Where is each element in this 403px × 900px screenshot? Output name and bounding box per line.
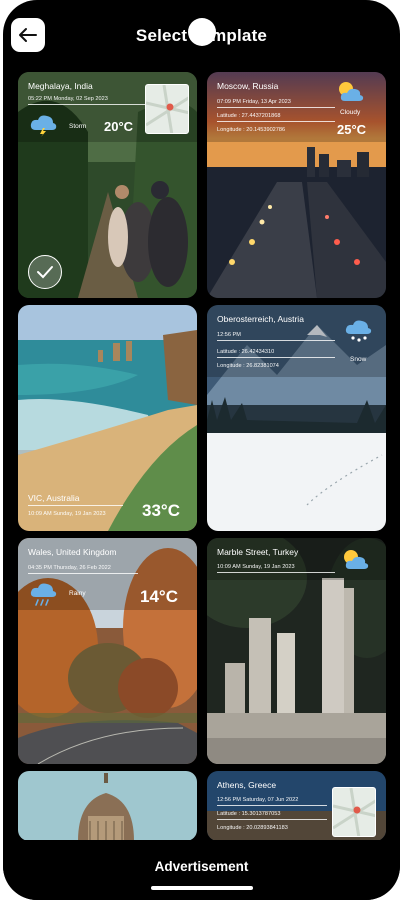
advertisement-label: Advertisement <box>154 859 249 874</box>
divider <box>28 505 123 506</box>
condition-label: Rainy <box>69 590 86 597</box>
condition-label: Storm <box>69 123 87 130</box>
partly-cloudy-icon <box>344 550 369 569</box>
location-label: Athens, Greece <box>217 780 277 790</box>
datetime-label: 07:09 PM Friday, 13 Apr 2023 <box>217 99 291 105</box>
divider <box>217 805 327 806</box>
divider <box>217 107 335 108</box>
datetime-label: 05:22 PM Monday, 02 Sep 2023 <box>28 96 108 102</box>
temperature-label: 14°C <box>140 587 178 606</box>
longitude-label: Longitude : 26.82381074 <box>217 363 279 369</box>
partly-cloudy-icon <box>339 82 364 101</box>
temperature-label: 33°C <box>142 501 180 520</box>
camera-cutout <box>188 18 216 46</box>
template-card-wales[interactable]: Wales, United Kingdom 04:35 PM Thursday,… <box>18 538 197 764</box>
storm-cloud-icon <box>30 115 57 137</box>
datetime-label: 10:09 AM Sunday, 19 Jan 2023 <box>217 564 295 570</box>
template-card-dome[interactable] <box>18 771 197 841</box>
longitude-label: Longitude : 20.1453902786 <box>217 127 286 133</box>
condition-label: Cloudy <box>340 109 361 116</box>
template-card-vic-australia[interactable]: VIC, Australia 10:09 AM Sunday, 19 Jan 2… <box>18 305 197 531</box>
cathedral-dome-photo <box>18 771 197 841</box>
datetime-label: 04:35 PM Thursday, 26 Feb 2022 <box>28 565 111 571</box>
condition-label: Snow <box>350 356 367 363</box>
divider <box>28 573 138 574</box>
datetime-label: 10:09 AM Sunday, 19 Jan 2023 <box>28 511 106 517</box>
divider <box>217 819 327 820</box>
location-label: Marble Street, Turkey <box>217 547 299 557</box>
location-label: Moscow, Russia <box>217 81 279 91</box>
location-label: Oberosterreich, Austria <box>217 314 304 324</box>
temperature-label: 25°C <box>337 122 367 137</box>
home-indicator[interactable] <box>151 886 253 890</box>
template-card-marble-street[interactable]: Marble Street, Turkey 10:09 AM Sunday, 1… <box>207 538 386 764</box>
selected-check-icon <box>28 255 62 289</box>
header: Select Template <box>3 0 400 70</box>
rain-cloud-icon <box>30 583 57 606</box>
snow-cloud-icon <box>345 320 372 342</box>
template-card-oberosterreich[interactable]: Oberosterreich, Austria 12:56 PM Latitud… <box>207 305 386 531</box>
location-label: Meghalaya, India <box>28 81 93 91</box>
divider <box>28 104 146 105</box>
latitude-label: Latitude : 27.4437201868 <box>217 113 281 119</box>
divider <box>217 121 335 122</box>
divider <box>217 357 335 358</box>
phone-screen: Select Template Meghalaya, India 05:22 P… <box>3 0 400 900</box>
latitude-label: Latitude : 15.3013787053 <box>217 811 281 817</box>
divider <box>217 340 335 341</box>
template-card-moscow[interactable]: Moscow, Russia 07:09 PM Friday, 13 Apr 2… <box>207 72 386 298</box>
location-label: VIC, Australia <box>28 493 80 503</box>
temperature-label: 20°C <box>104 119 134 134</box>
latitude-label: Latitude : 26.42434310 <box>217 349 275 355</box>
map-icon <box>145 84 189 134</box>
template-card-meghalaya[interactable]: Meghalaya, India 05:22 PM Monday, 02 Sep… <box>18 72 197 298</box>
divider <box>217 572 335 573</box>
datetime-label: 12:56 PM Saturday, 07 Jun 2022 <box>217 797 299 803</box>
longitude-label: Longitude : 20.02893841183 <box>217 825 288 831</box>
advertisement-bar[interactable]: Advertisement <box>3 840 400 900</box>
location-label: Wales, United Kingdom <box>28 547 117 557</box>
time-label: 12:56 PM <box>217 332 241 338</box>
template-card-athens[interactable]: Athens, Greece 12:56 PM Saturday, 07 Jun… <box>207 771 386 841</box>
map-icon <box>332 787 376 837</box>
